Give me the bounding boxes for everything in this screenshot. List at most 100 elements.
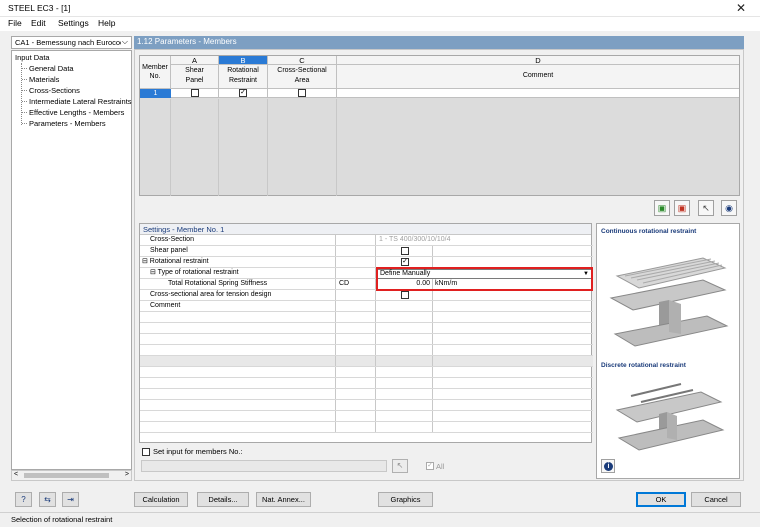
column-header-shear-panel[interactable]: A Shear Panel: [171, 56, 219, 89]
settings-value: 1 - TS 400/300/10/10/4: [379, 236, 451, 243]
import-icon[interactable]: ⇆: [39, 492, 56, 507]
rotational-restraint-setting-checkbox[interactable]: ✓: [401, 258, 409, 266]
status-bar: Selection of rotational restraint: [0, 512, 760, 527]
settings-label: Comment: [140, 301, 336, 311]
column-label-rotational-restraint: Rotational Restraint: [219, 66, 267, 86]
view-icon[interactable]: ◉: [721, 200, 737, 216]
scroll-right-icon[interactable]: >: [125, 471, 129, 478]
column-header-comment[interactable]: D Comment: [337, 56, 739, 89]
illustration-panel: Continuous rotational restraint Discrete…: [596, 223, 740, 479]
cell-comment[interactable]: [337, 89, 739, 98]
tree-item-general-data[interactable]: General Data: [22, 64, 74, 73]
column-header-cross-sectional-area[interactable]: C Cross-Sectional Area: [268, 56, 337, 89]
settings-title: Settings - Member No. 1: [140, 224, 591, 235]
menu-help[interactable]: Help: [98, 18, 115, 28]
menu-file[interactable]: File: [8, 18, 22, 28]
tree-item-effective-lengths[interactable]: Effective Lengths - Members: [21, 108, 124, 117]
column-label-line: Cross-Sectional: [277, 67, 327, 74]
member-no-header-line2: No.: [149, 73, 161, 80]
menu-settings[interactable]: Settings: [58, 18, 89, 28]
cell-shear-panel[interactable]: [171, 89, 219, 98]
settings-empty-row: [140, 334, 593, 345]
set-input-label: Set input for members No.:: [153, 447, 243, 456]
details-button[interactable]: Details...: [197, 492, 249, 507]
select-members-icon[interactable]: ↖: [392, 459, 408, 473]
highlight-box: [376, 267, 593, 291]
select-in-graphics-icon[interactable]: ↖: [698, 200, 714, 216]
scroll-thumb[interactable]: [24, 473, 109, 478]
case-selector[interactable]: CA1 - Bemessung nach Eurococ ⌵: [11, 36, 132, 49]
section-header: 1.12 Parameters - Members: [134, 36, 744, 49]
discrete-restraint-illustration: [615, 383, 725, 451]
row-member-number[interactable]: 1: [140, 89, 171, 98]
cell-cross-sectional-area[interactable]: [268, 89, 337, 98]
grid-empty-column: [219, 99, 268, 196]
settings-empty-row: [140, 378, 593, 389]
settings-symbol: [336, 235, 376, 245]
tree-item-parameters-members[interactable]: Parameters - Members: [22, 119, 106, 128]
window-title: STEEL EC3 - [1]: [8, 3, 71, 13]
settings-row-shear-panel[interactable]: Shear panel: [140, 246, 593, 257]
close-icon[interactable]: ✕: [736, 1, 746, 15]
shear-panel-setting-checkbox[interactable]: [401, 247, 409, 255]
import-excel-icon[interactable]: ▣: [674, 200, 690, 216]
parameters-grid: Member No. A Shear Panel B Rotational Re…: [139, 55, 740, 196]
grid-empty-column: [268, 99, 337, 196]
tree-item-materials[interactable]: Materials: [21, 75, 59, 84]
settings-label: Cross-sectional area for tension design: [140, 290, 336, 300]
column-label-line: Area: [294, 77, 310, 84]
settings-empty-row: [140, 312, 593, 323]
ok-button[interactable]: OK: [636, 492, 686, 507]
title-bar: STEEL EC3 - [1] ✕: [0, 0, 760, 17]
tree-item-intermediate-lateral-restraints[interactable]: Intermediate Lateral Restraints: [22, 97, 132, 106]
settings-empty-row: [140, 411, 593, 422]
column-letter-d: D: [337, 56, 739, 65]
menu-bar: File Edit Settings Help: [0, 17, 760, 31]
settings-empty-row: [140, 389, 593, 400]
section-title: 1.12 Parameters - Members: [137, 37, 237, 46]
chevron-down-icon[interactable]: ⌵: [122, 37, 128, 47]
help-icon[interactable]: ?: [15, 492, 32, 507]
column-label-cross-sectional-area: Cross-Sectional Area: [268, 66, 336, 86]
case-selector-value: CA1 - Bemessung nach Eurococ: [15, 38, 121, 47]
rotational-restraint-checkbox[interactable]: ✓: [239, 89, 247, 97]
tension-area-checkbox[interactable]: [401, 291, 409, 299]
members-input[interactable]: [141, 460, 387, 472]
member-no-header-line1: Member: [142, 64, 168, 71]
graphics-button[interactable]: Graphics: [378, 492, 433, 507]
settings-symbol: [336, 257, 376, 267]
status-text: Selection of rotational restraint: [11, 515, 113, 524]
tree-item-cross-sections[interactable]: Cross-Sections: [22, 86, 80, 95]
nat-annex-button[interactable]: Nat. Annex...: [256, 492, 311, 507]
all-label: All: [436, 462, 445, 471]
settings-symbol: [336, 268, 376, 278]
set-input-checkbox[interactable]: [142, 448, 150, 456]
tree-horizontal-scrollbar[interactable]: < >: [11, 470, 132, 481]
settings-unit: [433, 290, 593, 300]
column-label-line: Restraint: [228, 77, 257, 84]
export-excel-icon[interactable]: ▣: [654, 200, 670, 216]
column-header-rotational-restraint[interactable]: B Rotational Restraint: [219, 56, 268, 89]
column-label-line: Shear: [185, 67, 204, 74]
info-button[interactable]: i: [601, 459, 615, 473]
settings-unit: [433, 246, 593, 256]
settings-label: Cross-Section: [140, 235, 336, 245]
calculation-button[interactable]: Calculation: [134, 492, 188, 507]
settings-label: ⊟ Rotational restraint: [140, 257, 336, 267]
scroll-left-icon[interactable]: <: [14, 471, 18, 478]
all-checkbox[interactable]: ✓: [426, 462, 434, 470]
cross-sectional-area-checkbox[interactable]: [298, 89, 306, 97]
settings-row-cross-section[interactable]: Cross-Section 1 - TS 400/300/10/10/4: [140, 235, 593, 246]
export-icon[interactable]: ⇥: [62, 492, 79, 507]
tree-root-input-data[interactable]: Input Data: [15, 53, 50, 62]
settings-row-comment[interactable]: Comment: [140, 301, 593, 312]
shear-panel-checkbox[interactable]: [191, 89, 199, 97]
menu-edit[interactable]: Edit: [31, 18, 46, 28]
settings-row-tension-area[interactable]: Cross-sectional area for tension design: [140, 290, 593, 301]
settings-empty-row: [140, 356, 593, 367]
column-label-comment: Comment: [522, 72, 554, 79]
settings-unit: [433, 257, 593, 267]
settings-empty-row: [140, 345, 593, 356]
cancel-button[interactable]: Cancel: [691, 492, 741, 507]
cell-rotational-restraint[interactable]: ✓: [219, 89, 268, 98]
